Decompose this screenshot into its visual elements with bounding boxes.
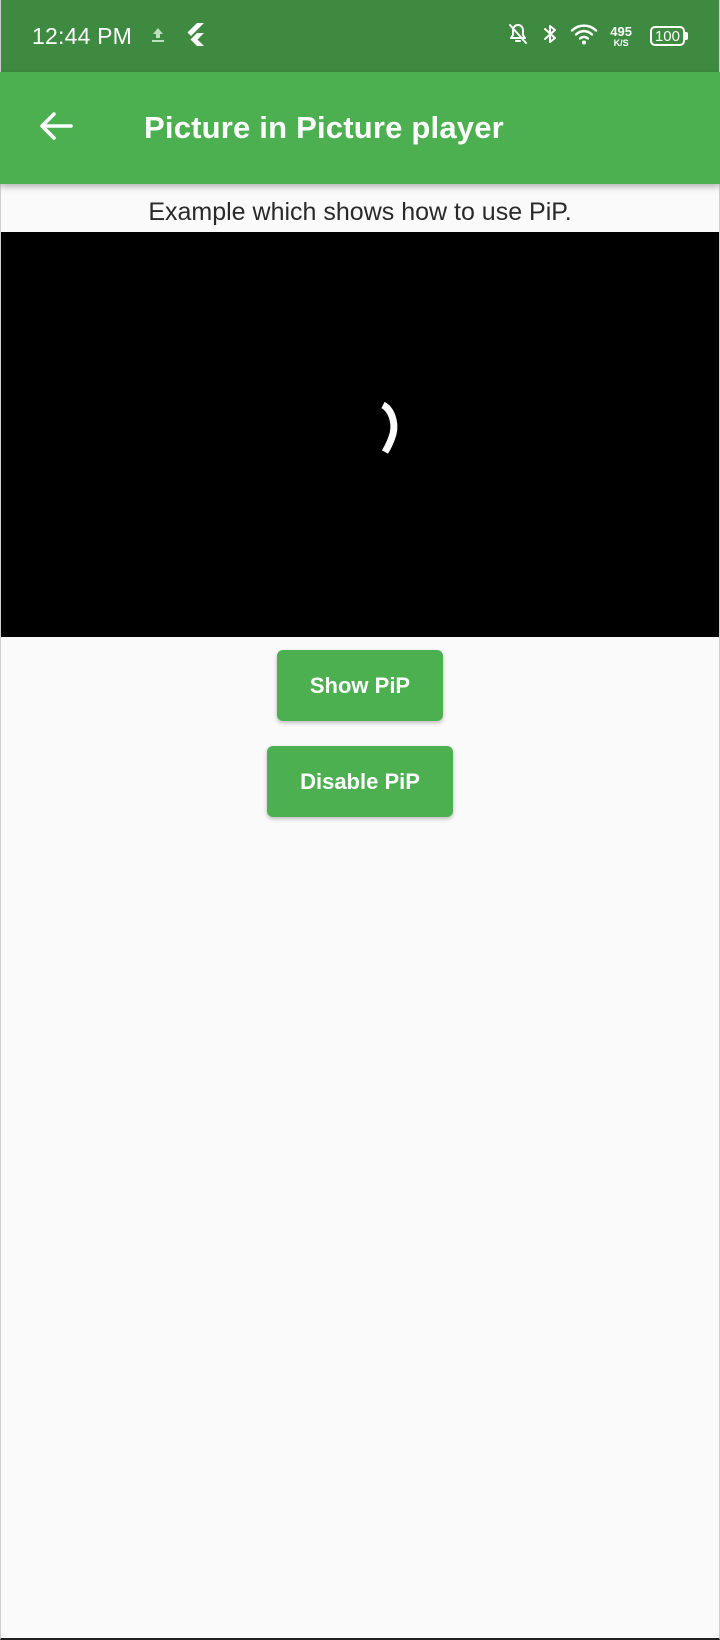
network-speed-value: 495 — [610, 23, 632, 39]
flutter-icon — [184, 22, 206, 51]
wifi-icon — [570, 22, 598, 51]
notifications-off-icon — [506, 22, 530, 51]
back-button[interactable] — [28, 100, 84, 156]
battery-icon: 100 — [649, 26, 688, 46]
upload-icon — [148, 24, 168, 49]
network-speed: 495 K/S — [610, 25, 632, 48]
show-pip-button[interactable]: Show PiP — [277, 650, 443, 721]
status-right-icons: 495 K/S 100 — [506, 22, 688, 51]
app-bar: Picture in Picture player — [0, 72, 720, 184]
battery-cap — [685, 32, 688, 40]
status-time: 12:44 PM — [32, 22, 133, 49]
network-speed-unit: K/S — [613, 37, 629, 48]
status-bar: 12:44 PM 495 K/S 100 — [0, 0, 720, 72]
arrow-back-icon — [38, 110, 74, 147]
battery-level: 100 — [649, 26, 685, 46]
loading-spinner-icon — [338, 396, 414, 477]
status-left-icons — [148, 22, 206, 51]
example-description: Example which shows how to use PiP. — [148, 198, 572, 226]
page-title: Picture in Picture player — [144, 110, 504, 145]
disable-pip-button[interactable]: Disable PiP — [267, 746, 453, 817]
bluetooth-icon — [540, 22, 560, 51]
